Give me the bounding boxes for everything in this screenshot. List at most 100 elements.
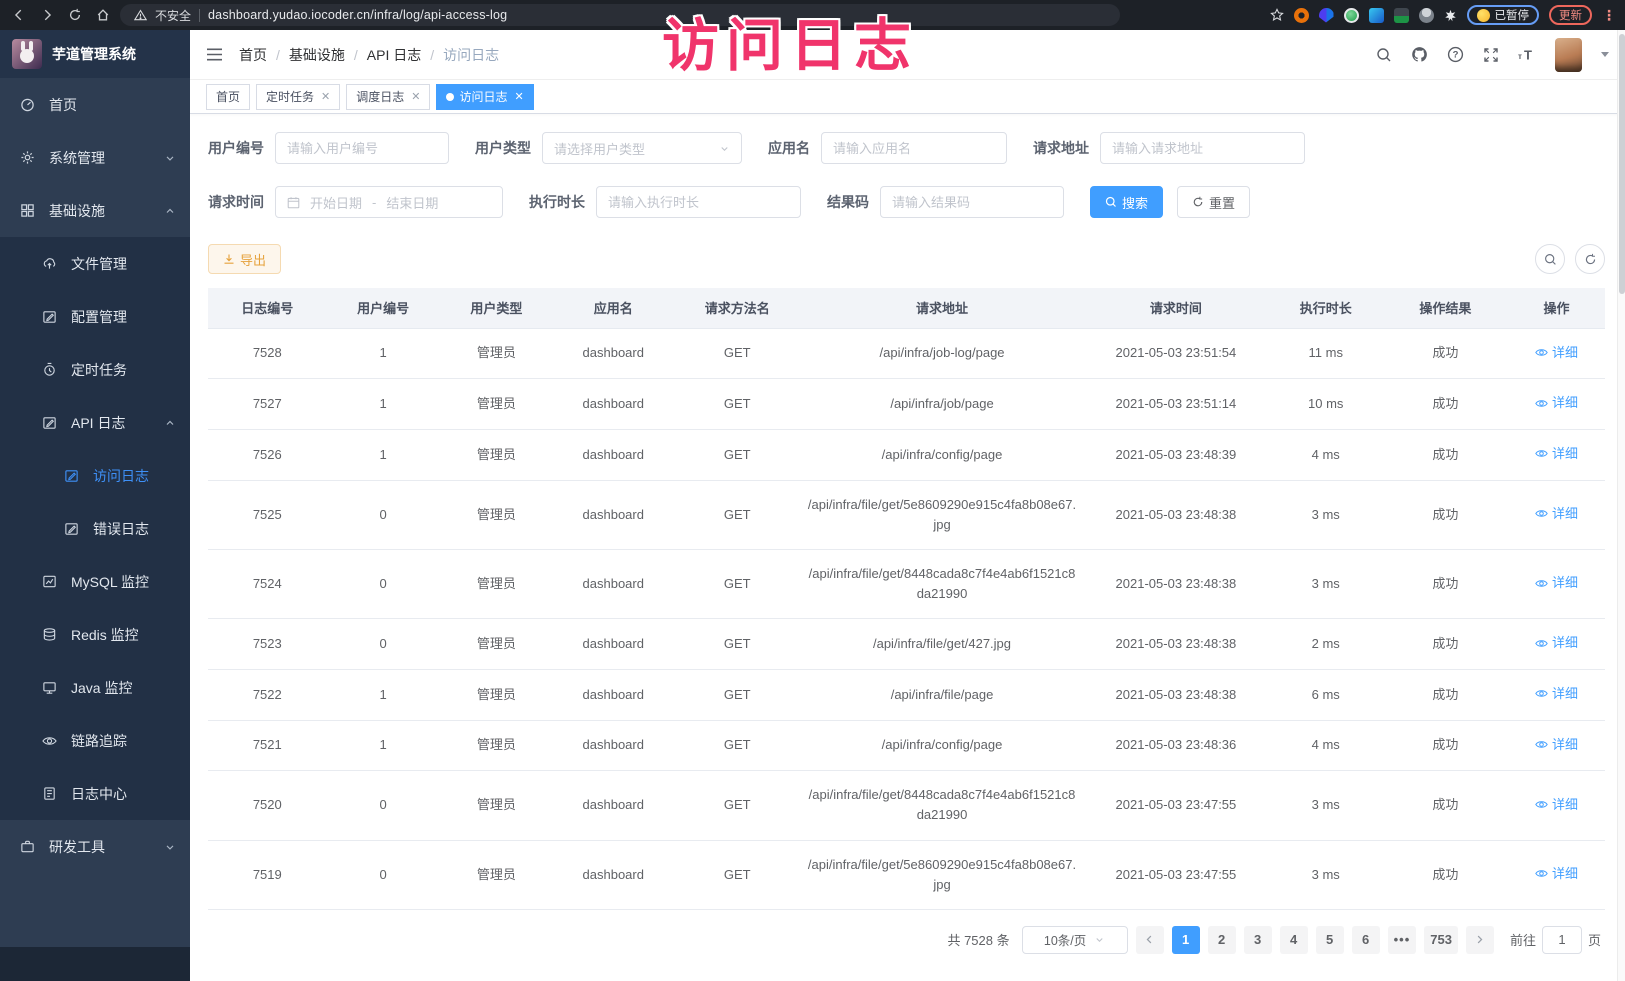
- breadcrumb-item[interactable]: API 日志: [367, 45, 421, 65]
- browser-scrollbar[interactable]: [1617, 30, 1625, 981]
- mysql-chart-icon: [42, 574, 57, 589]
- sidebar-item-java-monitor[interactable]: Java 监控: [0, 661, 190, 714]
- page-button-2[interactable]: 2: [1208, 926, 1236, 954]
- goto-page-input[interactable]: [1542, 926, 1582, 954]
- search-icon[interactable]: [1376, 47, 1392, 63]
- prev-page-button[interactable]: [1136, 926, 1164, 954]
- extension-icon-flower[interactable]: [1444, 9, 1457, 22]
- github-icon[interactable]: [1411, 46, 1428, 63]
- sidebar-item-log-center[interactable]: 日志中心: [0, 767, 190, 820]
- home-icon[interactable]: [96, 8, 110, 22]
- bookmark-star-icon[interactable]: [1270, 8, 1284, 22]
- url-bar[interactable]: 不安全 dashboard.yudao.iocoder.cn/infra/log…: [120, 4, 1120, 26]
- extension-icon-grid-green[interactable]: [1394, 8, 1409, 23]
- next-page-button[interactable]: [1466, 926, 1494, 954]
- cell-log-id: 7526: [208, 429, 327, 480]
- close-icon[interactable]: ✕: [515, 90, 524, 103]
- sidebar-item-system[interactable]: 系统管理: [0, 131, 190, 184]
- hamburger-icon[interactable]: [206, 47, 223, 62]
- col-request-time: 请求时间: [1083, 288, 1268, 328]
- extension-icon-puzzle[interactable]: [1369, 8, 1384, 23]
- profile-paused-pill[interactable]: 已暂停: [1467, 5, 1540, 25]
- toggle-search-button[interactable]: [1535, 244, 1565, 274]
- breadcrumb-item[interactable]: 首页: [239, 45, 267, 65]
- sidebar-item-error-log[interactable]: 错误日志: [0, 502, 190, 555]
- duration-field[interactable]: [608, 195, 789, 210]
- avatar[interactable]: [1555, 38, 1582, 72]
- tab-schedule-log[interactable]: 调度日志✕: [346, 84, 430, 110]
- export-button[interactable]: 导出: [208, 244, 281, 274]
- cell-result: 成功: [1383, 669, 1508, 720]
- sidebar-item-file-manage[interactable]: 文件管理: [0, 237, 190, 290]
- detail-link[interactable]: 详细: [1535, 735, 1578, 755]
- page-button-6[interactable]: 6: [1352, 926, 1380, 954]
- detail-link[interactable]: 详细: [1535, 444, 1578, 464]
- sidebar-item-config-manage[interactable]: 配置管理: [0, 290, 190, 343]
- result-code-input[interactable]: [880, 186, 1064, 218]
- detail-link[interactable]: 详细: [1535, 343, 1578, 363]
- back-icon[interactable]: [12, 8, 26, 22]
- detail-link[interactable]: 详细: [1535, 633, 1578, 653]
- extension-icon-shield[interactable]: [1319, 8, 1334, 23]
- breadcrumb-item[interactable]: 基础设施: [289, 45, 345, 65]
- detail-link[interactable]: 详细: [1535, 864, 1578, 884]
- duration-input[interactable]: [596, 186, 801, 218]
- chrome-menu-icon[interactable]: ⋮: [1602, 7, 1617, 24]
- search-button[interactable]: 搜索: [1090, 186, 1163, 218]
- date-range-picker[interactable]: 开始日期 - 结束日期: [275, 186, 503, 218]
- tab-scheduled-jobs[interactable]: 定时任务✕: [256, 84, 340, 110]
- fullscreen-icon[interactable]: [1483, 47, 1499, 63]
- detail-link[interactable]: 详细: [1535, 504, 1578, 524]
- extension-icon-person[interactable]: [1419, 8, 1434, 23]
- reset-button[interactable]: 重置: [1177, 186, 1250, 218]
- sidebar-logo[interactable]: 芋道管理系统: [0, 30, 190, 78]
- sidebar-item-scheduled-jobs[interactable]: 定时任务: [0, 343, 190, 396]
- reload-icon[interactable]: [68, 8, 82, 22]
- sidebar-item-access-log[interactable]: 访问日志: [0, 449, 190, 502]
- help-icon[interactable]: ?: [1447, 46, 1464, 63]
- user-id-field[interactable]: [287, 141, 437, 156]
- filter-label: 请求地址: [1033, 138, 1089, 158]
- font-size-icon[interactable]: тT: [1518, 47, 1536, 62]
- extension-icon-orange[interactable]: [1294, 8, 1309, 23]
- detail-link[interactable]: 详细: [1535, 393, 1578, 413]
- detail-link[interactable]: 详细: [1535, 573, 1578, 593]
- close-icon[interactable]: ✕: [411, 90, 420, 103]
- sidebar-item-dev-tools[interactable]: 研发工具: [0, 820, 190, 873]
- avatar-caret-icon[interactable]: [1601, 52, 1609, 57]
- tab-access-log[interactable]: 访问日志✕: [436, 84, 533, 110]
- page-button-3[interactable]: 3: [1244, 926, 1272, 954]
- app-name-field[interactable]: [833, 141, 995, 156]
- page-button-4[interactable]: 4: [1280, 926, 1308, 954]
- detail-link[interactable]: 详细: [1535, 795, 1578, 815]
- request-url-field[interactable]: [1112, 141, 1293, 156]
- sidebar-item-trace[interactable]: 链路追踪: [0, 714, 190, 767]
- sidebar-item-mysql-monitor[interactable]: MySQL 监控: [0, 555, 190, 608]
- result-code-field[interactable]: [892, 195, 1052, 210]
- update-button[interactable]: 更新: [1549, 5, 1592, 25]
- error-log-icon: [64, 521, 79, 536]
- detail-link[interactable]: 详细: [1535, 684, 1578, 704]
- page-size-select[interactable]: 10条/页: [1022, 926, 1128, 954]
- extension-icon-green-circle[interactable]: [1344, 8, 1359, 23]
- sidebar-item-redis-monitor[interactable]: Redis 监控: [0, 608, 190, 661]
- user-type-select[interactable]: 请选择用户类型: [542, 132, 742, 164]
- sidebar-item-api-log[interactable]: API 日志: [0, 396, 190, 449]
- sidebar-item-infra[interactable]: 基础设施: [0, 184, 190, 237]
- close-icon[interactable]: ✕: [321, 90, 330, 103]
- forward-icon[interactable]: [40, 8, 54, 22]
- page-button-5[interactable]: 5: [1316, 926, 1344, 954]
- refresh-button[interactable]: [1575, 244, 1605, 274]
- sidebar-item-home[interactable]: 首页: [0, 78, 190, 131]
- request-url-input[interactable]: [1100, 132, 1305, 164]
- user-id-input[interactable]: [275, 132, 449, 164]
- page-button-1[interactable]: 1: [1172, 926, 1200, 954]
- cell-request-time: 2021-05-03 23:47:55: [1083, 840, 1268, 909]
- more-pages-button[interactable]: •••: [1388, 926, 1417, 954]
- cell-app-name: dashboard: [553, 480, 674, 549]
- cell-method: GET: [674, 549, 801, 618]
- scrollbar-thumb[interactable]: [1619, 34, 1625, 294]
- tab-home[interactable]: 首页: [206, 84, 250, 110]
- app-name-input[interactable]: [821, 132, 1007, 164]
- page-button-753[interactable]: 753: [1424, 926, 1458, 954]
